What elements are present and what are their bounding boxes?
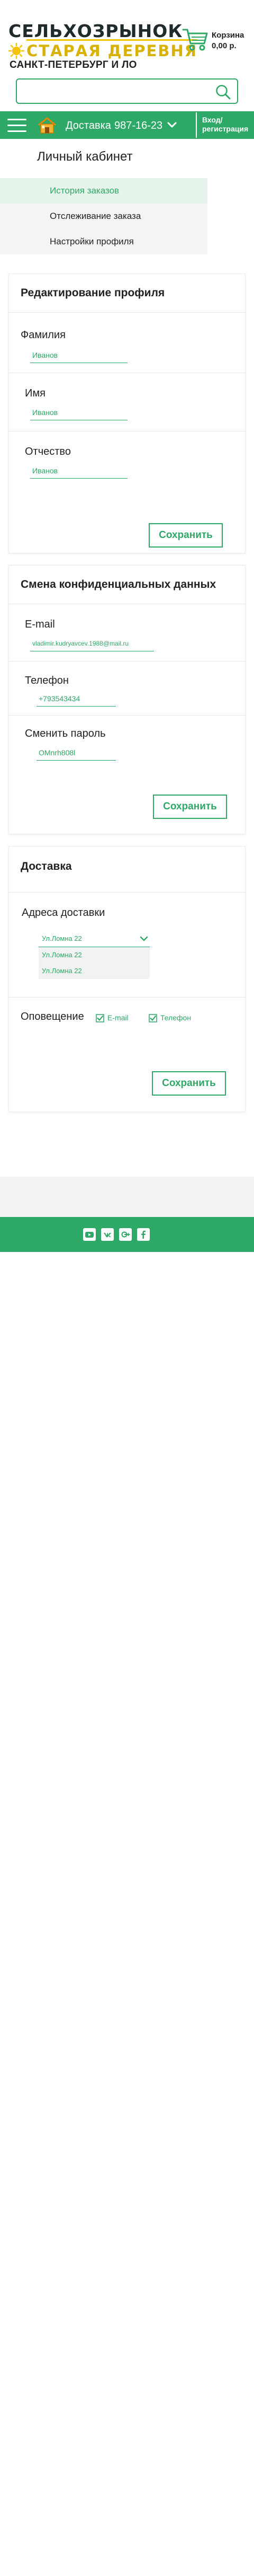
site-header: СЕЛЬХОЗРЫНОК СТАРАЯ ДЕРЕВНЯ САНКТ-ПЕТЕРБ… [0, 0, 254, 111]
facebook-icon[interactable] [137, 1228, 150, 1241]
password-field[interactable] [37, 745, 116, 761]
profile-card-title: Редактирование профиля [21, 287, 165, 299]
privacy-card-title: Смена конфиденциальных данных [21, 578, 216, 590]
patronymic-field[interactable] [30, 463, 128, 479]
menu-item-profile-settings[interactable]: Настройки профиля [0, 229, 207, 254]
delivery-card-title: Доставка [21, 860, 72, 872]
phone-field[interactable] [37, 691, 116, 707]
address-select[interactable]: Ул.Ломна 22 Ул.Ломна 22 Ул.Ломна 22 [39, 930, 150, 981]
search-bar [16, 78, 238, 104]
page-title: Личный кабинет [37, 149, 133, 164]
login-register-button[interactable]: Вход/ регистрация [196, 112, 254, 138]
email-field[interactable] [30, 636, 154, 651]
password-label: Сменить пароль [25, 728, 106, 739]
chevron-down-icon [140, 936, 148, 941]
youtube-icon[interactable] [83, 1228, 96, 1241]
address-option[interactable]: Ул.Ломна 22 [39, 947, 150, 963]
cart-title: Корзина [212, 31, 244, 40]
divider [9, 997, 245, 998]
burger-menu-icon[interactable] [7, 119, 26, 133]
logo-title: СЕЛЬХОЗРЫНОК [8, 21, 183, 41]
lastname-label: Фамилия [21, 329, 66, 341]
phone-label: Телефон [25, 675, 69, 686]
divider [9, 892, 245, 893]
divider [9, 312, 245, 313]
firstname-label: Имя [25, 387, 46, 399]
house-icon [38, 117, 56, 134]
patronymic-label: Отчество [25, 446, 71, 457]
privacy-card: Смена конфиденциальных данных E-mail Тел… [8, 565, 246, 834]
chevron-down-icon[interactable] [167, 122, 177, 128]
checkbox-email[interactable] [96, 1014, 104, 1022]
address-option[interactable]: Ул.Ломна 22 [39, 963, 150, 979]
address-selected-text: Ул.Ломна 22 [42, 934, 82, 942]
profile-save-button[interactable]: Сохранить [149, 523, 223, 548]
vk-icon[interactable] [101, 1228, 114, 1241]
delivery-save-button[interactable]: Сохранить [152, 1071, 226, 1096]
sun-icon [8, 43, 24, 59]
firstname-field[interactable] [30, 404, 128, 420]
delivery-card: Доставка Адреса доставки Ул.Ломна 22 Ул.… [8, 846, 246, 1112]
email-label: E-mail [25, 619, 55, 630]
cabinet-menu: История заказов Отслеживание заказа Наст… [0, 178, 207, 254]
profile-card: Редактирование профиля Фамилия Имя Отчес… [8, 274, 246, 553]
cart-widget[interactable]: Корзина 0,00 р. [182, 27, 251, 56]
privacy-save-button[interactable]: Сохранить [153, 795, 227, 819]
divider [9, 715, 245, 716]
delivery-label: Доставка [66, 120, 111, 131]
cart-icon [182, 29, 208, 51]
city-label[interactable]: САНКТ-ПЕТЕРБУРГ И ЛО [10, 59, 137, 71]
notify-label: Оповещение [21, 1011, 84, 1022]
notify-email-label: E-mail [107, 1013, 129, 1022]
footer [0, 1217, 254, 1252]
logo-subtitle: СТАРАЯ ДЕРЕВНЯ [26, 39, 198, 60]
notify-phone-label: Телефон [160, 1013, 192, 1022]
menu-item-order-history[interactable]: История заказов [0, 178, 207, 204]
address-label: Адреса доставки [22, 907, 105, 919]
logo[interactable]: СЕЛЬХОЗРЫНОК СТАРАЯ ДЕРЕВНЯ [8, 21, 198, 64]
login-label: Вход/ [202, 116, 223, 124]
menu-item-order-tracking[interactable]: Отслеживание заказа [0, 204, 207, 229]
cart-sum: 0,00 р. [212, 41, 237, 50]
address-selected[interactable]: Ул.Ломна 22 [39, 930, 150, 947]
lastname-field[interactable] [30, 347, 128, 363]
footer-top [0, 1177, 254, 1217]
delivery-phone[interactable]: 987-16-23 [114, 120, 162, 132]
checkbox-phone[interactable] [149, 1014, 157, 1022]
search-input[interactable] [22, 84, 202, 99]
search-icon[interactable] [215, 84, 231, 100]
google-plus-icon[interactable] [119, 1228, 132, 1241]
register-label: регистрация [202, 125, 249, 133]
